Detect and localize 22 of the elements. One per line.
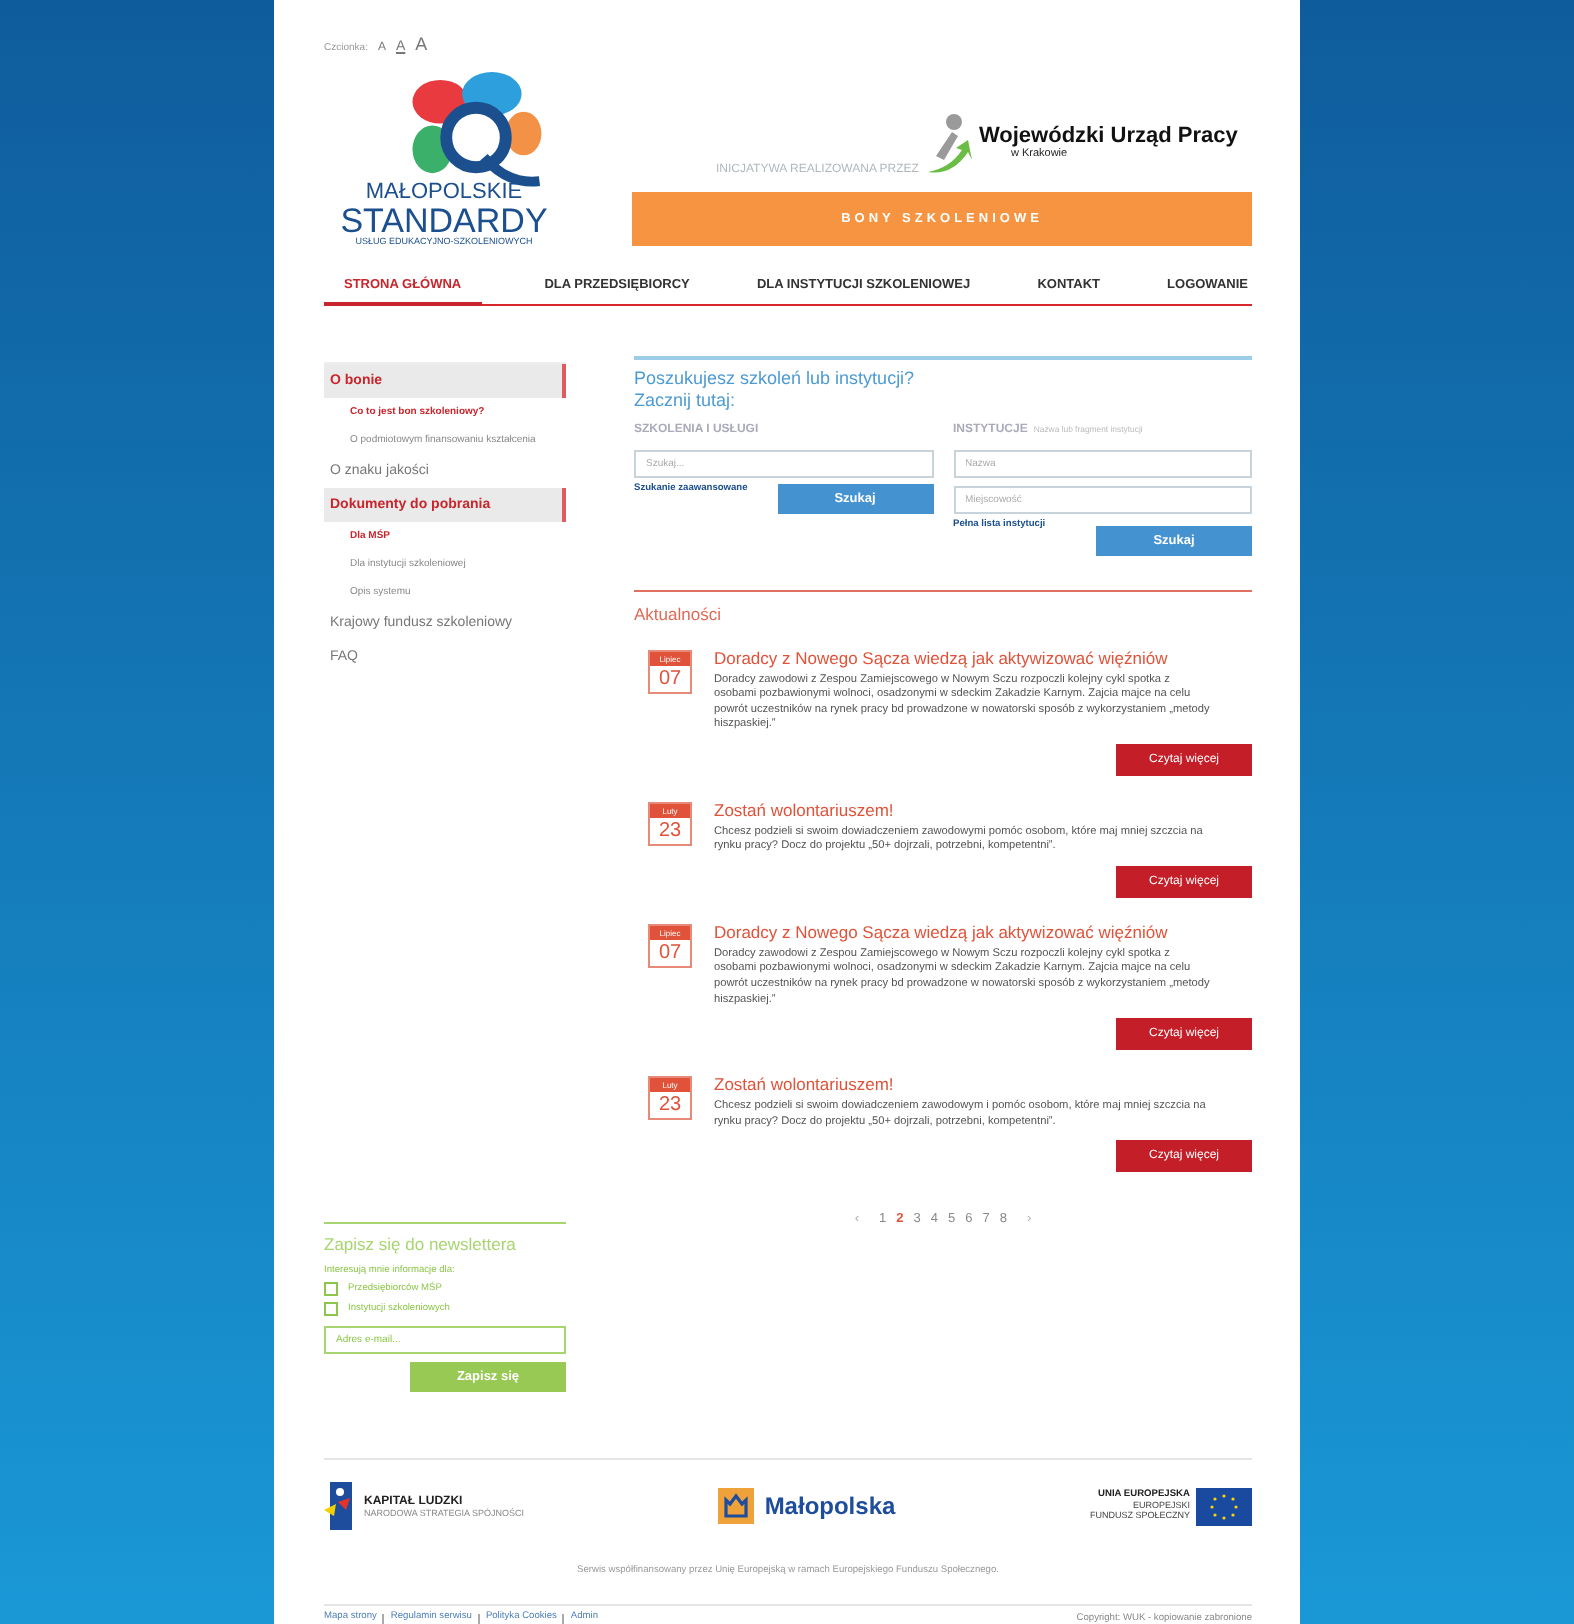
font-size-option[interactable]: A [415,34,428,54]
logo-title: Małopolska [764,1492,896,1520]
castle-icon [718,1488,755,1524]
news-title[interactable]: Zostań wolontariuszem! [714,799,1252,820]
news-title[interactable]: Zostań wolontariuszem! [714,1074,1252,1095]
search-title: Zacznij tutaj: [634,389,738,412]
news-title[interactable]: Doradcy z Nowego Sącza wiedzą jak aktywizować więźniów [714,921,1252,942]
news-title[interactable]: Doradcy z Nowego Sącza wiedzą jak aktywizować więźniów [714,647,1252,668]
date-day: 23 [650,817,690,844]
date-day: 07 [650,939,690,966]
search-title: Poszukujesz szkoleń lub instytucji? [634,368,917,390]
newsletter-title: Zapisz się do newslettera [324,1234,518,1254]
checkbox[interactable] [324,1282,338,1296]
logo-title: STANDARDY [340,203,548,237]
flag-emblem-icon [324,1482,352,1530]
checkbox[interactable] [324,1302,338,1316]
date-day: 23 [650,1092,690,1119]
date-day: 07 [650,665,690,692]
flag-icon [1195,1487,1252,1525]
logo-title: MAŁOPOLSKIE [365,181,523,203]
news-heading: Aktualności [634,603,723,624]
partner-name: Wojewódzki Urząd Pracy [978,124,1238,148]
